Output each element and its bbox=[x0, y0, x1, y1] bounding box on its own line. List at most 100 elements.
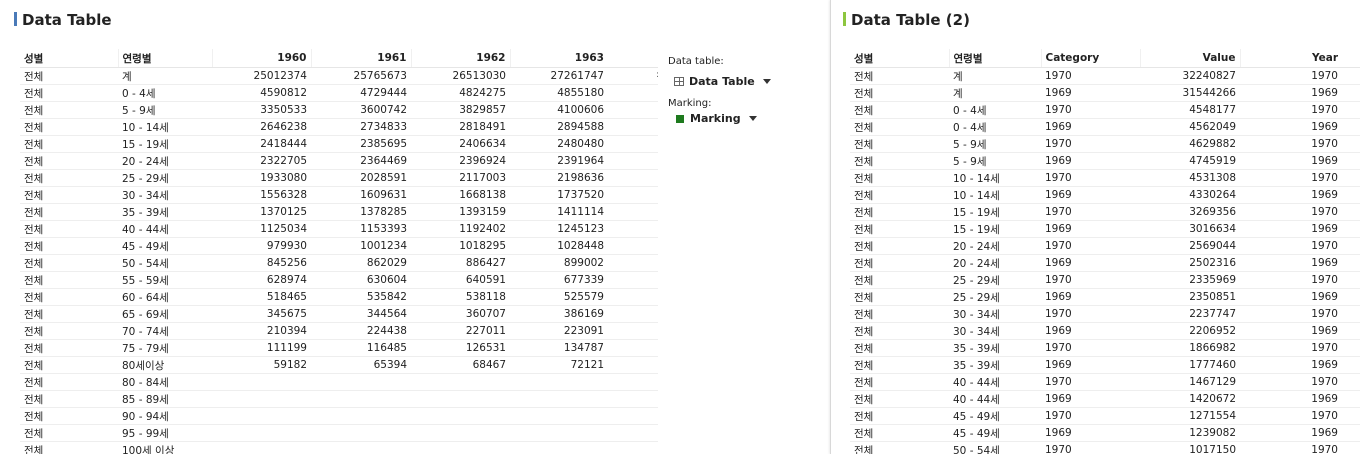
table-row[interactable]: 전체 45 - 49세 1969 1239082 1969 bbox=[850, 424, 1360, 442]
table-cell: 344564 bbox=[311, 305, 411, 323]
column-header[interactable]: 연령별 bbox=[948, 49, 1041, 68]
row-spacer bbox=[1342, 339, 1360, 357]
table-cell: 100세 이상 bbox=[118, 441, 212, 454]
row-spacer bbox=[1342, 135, 1360, 153]
table-body: 전체 계 1970 32240827 1970 전체 계 1969 31544266 1969 전체… bbox=[850, 67, 1360, 454]
table-row[interactable]: 전체 5 - 9세 1970 4629882 1970 bbox=[850, 135, 1360, 153]
table-cell: 20 - 24세 bbox=[949, 254, 1041, 272]
table-row[interactable]: 전체 10 - 14세 1969 4330264 1969 bbox=[850, 186, 1360, 204]
table-row[interactable]: 전체 55 - 59세 628974 630604 640591 677339 bbox=[20, 271, 658, 289]
table-row[interactable]: 전체 계 25012374 25765673 26513030 27261747 bbox=[20, 67, 658, 85]
column-header[interactable]: 성별 bbox=[850, 49, 949, 68]
data-table-grid[interactable]: 성별 연령별 1960 1961 1962 1963 전체 계 25012374 2576567… bbox=[20, 49, 658, 454]
table-row[interactable]: 전체 20 - 24세 1969 2502316 1969 bbox=[850, 254, 1360, 272]
table-cell: 30 - 34세 bbox=[118, 186, 212, 204]
row-spacer bbox=[608, 271, 658, 289]
table-cell: 1556328 bbox=[212, 186, 311, 204]
table-row[interactable]: 전체 25 - 29세 1969 2350851 1969 bbox=[850, 288, 1360, 306]
table-cell: 1969 bbox=[1041, 84, 1140, 102]
row-spacer bbox=[608, 67, 658, 85]
table-row[interactable]: 전체 65 - 69세 345675 344564 360707 386169 bbox=[20, 305, 658, 323]
table-row[interactable]: 전체 35 - 39세 1370125 1378285 1393159 1411114 bbox=[20, 203, 658, 221]
table-cell: 전체 bbox=[850, 373, 949, 391]
column-header[interactable]: 1960 bbox=[211, 49, 311, 68]
table-row[interactable]: 전체 35 - 39세 1970 1866982 1970 bbox=[850, 339, 1360, 357]
table-cell: 1970 bbox=[1041, 203, 1140, 221]
panel-title: Data Table bbox=[14, 11, 112, 29]
table-row[interactable]: 전체 20 - 24세 2322705 2364469 2396924 2391964 bbox=[20, 152, 658, 170]
table-row[interactable]: 전체 20 - 24세 1970 2569044 1970 bbox=[850, 237, 1360, 255]
column-header[interactable]: Category bbox=[1040, 49, 1140, 68]
table-row[interactable]: 전체 90 - 94세 bbox=[20, 407, 658, 425]
table-cell: 25 - 29세 bbox=[949, 288, 1041, 306]
column-header[interactable]: 1963 bbox=[509, 49, 608, 68]
table-row[interactable]: 전체 5 - 9세 1969 4745919 1969 bbox=[850, 152, 1360, 170]
table-row[interactable]: 전체 70 - 74세 210394 224438 227011 223091 bbox=[20, 322, 658, 340]
table-row[interactable]: 전체 15 - 19세 1970 3269356 1970 bbox=[850, 203, 1360, 221]
table-row[interactable]: 전체 30 - 34세 1556328 1609631 1668138 1737520 bbox=[20, 186, 658, 204]
column-header[interactable]: Value bbox=[1139, 49, 1240, 68]
marking-label: Marking: bbox=[668, 98, 712, 109]
table-row[interactable]: 전체 60 - 64세 518465 535842 538118 525579 bbox=[20, 288, 658, 306]
column-header[interactable]: 1961 bbox=[310, 49, 411, 68]
marking-dropdown[interactable]: Marking bbox=[668, 110, 757, 127]
table-cell: 4330264 bbox=[1140, 186, 1240, 204]
table-row[interactable]: 전체 35 - 39세 1969 1777460 1969 bbox=[850, 356, 1360, 374]
table-row[interactable]: 전체 85 - 89세 bbox=[20, 390, 658, 408]
column-header[interactable]: 성별 bbox=[20, 49, 118, 68]
table-row[interactable]: 전체 30 - 34세 1969 2206952 1969 bbox=[850, 322, 1360, 340]
table-row[interactable]: 전체 30 - 34세 1970 2237747 1970 bbox=[850, 305, 1360, 323]
table-cell: 계 bbox=[949, 84, 1041, 102]
row-spacer bbox=[608, 101, 658, 119]
table-cell: 1969 bbox=[1240, 152, 1342, 170]
table-row[interactable]: 전체 25 - 29세 1933080 2028591 2117003 2198636 bbox=[20, 169, 658, 187]
table-row[interactable]: 전체 75 - 79세 111199 116485 126531 134787 bbox=[20, 339, 658, 357]
table-cell bbox=[311, 373, 411, 391]
table-cell: 1969 bbox=[1041, 288, 1140, 306]
data-table-2-grid[interactable]: 성별 연령별 Category Value Year 전체 계 1970 32240827 19… bbox=[850, 49, 1360, 454]
row-spacer bbox=[608, 118, 658, 136]
table-row[interactable]: 전체 계 1969 31544266 1969 bbox=[850, 84, 1360, 102]
table-row[interactable]: 전체 100세 이상 bbox=[20, 441, 658, 454]
data-table-dropdown[interactable]: Data Table bbox=[668, 73, 771, 90]
table-cell bbox=[411, 441, 510, 454]
table-row[interactable]: 전체 10 - 14세 2646238 2734833 2818491 2894588 bbox=[20, 118, 658, 136]
table-cell: 80세이상 bbox=[118, 356, 212, 374]
table-row[interactable]: 전체 50 - 54세 845256 862029 886427 899002 bbox=[20, 254, 658, 272]
table-row[interactable]: 전체 15 - 19세 1969 3016634 1969 bbox=[850, 220, 1360, 238]
table-cell: 60 - 64세 bbox=[118, 288, 212, 306]
table-cell: 886427 bbox=[411, 254, 510, 272]
table-cell: 134787 bbox=[510, 339, 608, 357]
table-cell: 전체 bbox=[850, 305, 949, 323]
chevron-down-icon bbox=[762, 79, 771, 84]
table-row[interactable]: 전체 80 - 84세 bbox=[20, 373, 658, 391]
column-header[interactable]: Year bbox=[1239, 49, 1342, 68]
table-row[interactable]: 전체 50 - 54세 1970 1017150 1970 bbox=[850, 441, 1360, 454]
table-row[interactable]: 전체 40 - 44세 1970 1467129 1970 bbox=[850, 373, 1360, 391]
table-row[interactable]: 전체 45 - 49세 1970 1271554 1970 bbox=[850, 407, 1360, 425]
table-row[interactable]: 전체 0 - 4세 1969 4562049 1969 bbox=[850, 118, 1360, 136]
table-cell: 1970 bbox=[1240, 441, 1342, 454]
table-cell: 전체 bbox=[850, 203, 949, 221]
table-row[interactable]: 전체 계 1970 32240827 1970 bbox=[850, 67, 1360, 85]
table-row[interactable]: 전체 10 - 14세 1970 4531308 1970 bbox=[850, 169, 1360, 187]
table-row[interactable]: 전체 25 - 29세 1970 2335969 1970 bbox=[850, 271, 1360, 289]
column-header[interactable]: 연령별 bbox=[117, 49, 212, 68]
table-row[interactable]: 전체 5 - 9세 3350533 3600742 3829857 4100606 bbox=[20, 101, 658, 119]
table-cell: 1245123 bbox=[510, 220, 608, 238]
table-row[interactable]: 전체 15 - 19세 2418444 2385695 2406634 2480480 bbox=[20, 135, 658, 153]
table-row[interactable]: 전체 40 - 44세 1125034 1153393 1192402 1245123 bbox=[20, 220, 658, 238]
column-header[interactable]: 1962 bbox=[410, 49, 510, 68]
table-cell: 90 - 94세 bbox=[118, 407, 212, 425]
table-cell: 2480480 bbox=[510, 135, 608, 153]
table-row[interactable]: 전체 80세이상 59182 65394 68467 72121 bbox=[20, 356, 658, 374]
table-row[interactable]: 전체 45 - 49세 979930 1001234 1018295 1028448 bbox=[20, 237, 658, 255]
table-row[interactable]: 전체 40 - 44세 1969 1420672 1969 bbox=[850, 390, 1360, 408]
table-row[interactable]: 전체 0 - 4세 4590812 4729444 4824275 4855180 bbox=[20, 84, 658, 102]
table-cell: 535842 bbox=[311, 288, 411, 306]
row-spacer bbox=[608, 373, 658, 391]
table-row[interactable]: 전체 0 - 4세 1970 4548177 1970 bbox=[850, 101, 1360, 119]
table-row[interactable]: 전체 95 - 99세 bbox=[20, 424, 658, 442]
row-spacer bbox=[608, 203, 658, 221]
table-cell: 1969 bbox=[1041, 220, 1140, 238]
